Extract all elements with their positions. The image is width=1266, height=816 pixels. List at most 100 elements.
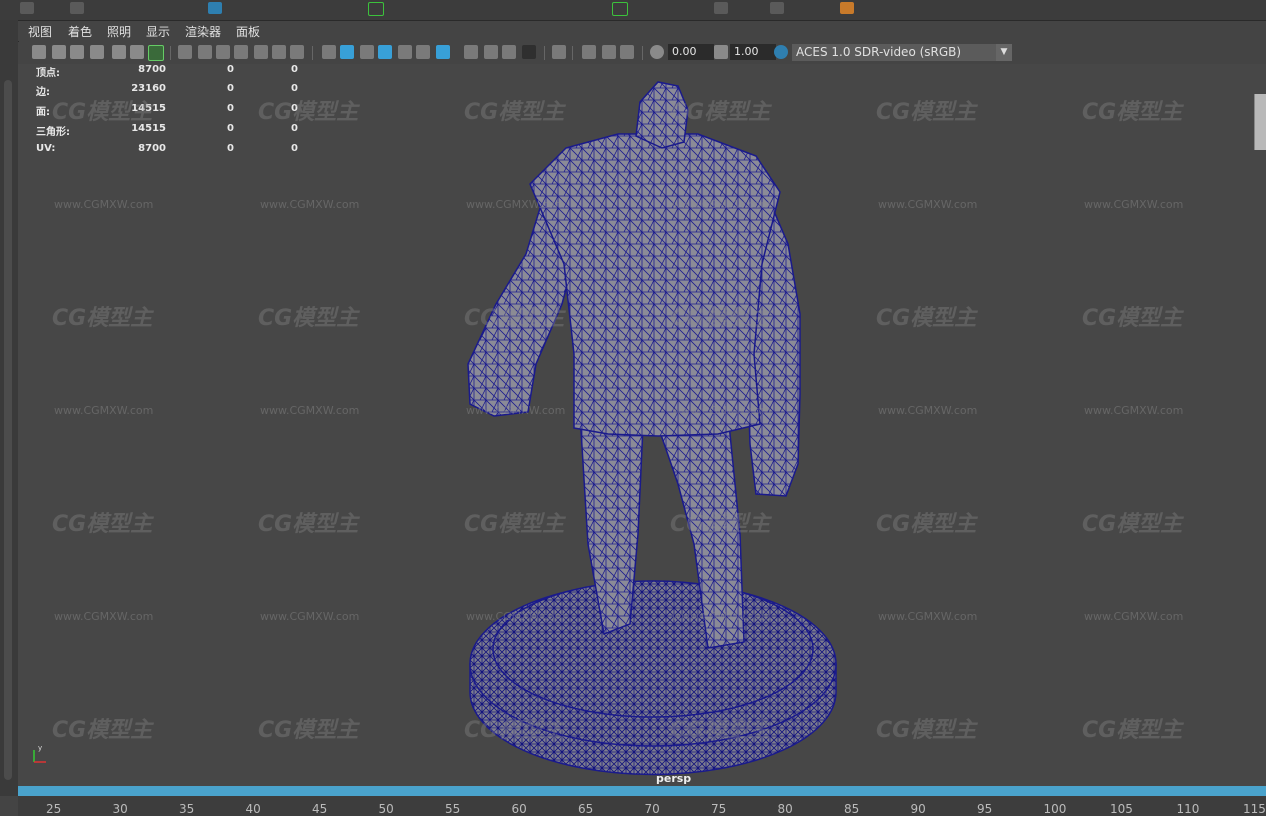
grease-pencil-icon[interactable]	[130, 45, 144, 59]
watermark-url: www.CGMXW.com	[878, 198, 978, 211]
watermark-logo: CG模型主	[258, 306, 359, 331]
menu-panels[interactable]: 面板	[236, 23, 260, 40]
screen-space-ao-icon[interactable]	[464, 45, 478, 59]
watermark-logo: CG模型主	[52, 100, 153, 125]
bookmark-icon[interactable]	[70, 45, 84, 59]
shadows-icon[interactable]	[436, 45, 450, 59]
menu-view[interactable]: 视图	[28, 23, 52, 40]
time-tick-label: 115	[1243, 802, 1266, 816]
wireframe-on-shaded-icon[interactable]	[378, 45, 392, 59]
toolbar-separator	[572, 46, 573, 60]
hud-total: 8700	[138, 143, 166, 154]
select-frame-icon[interactable]	[612, 2, 628, 16]
time-tick-label: 30	[112, 802, 128, 816]
xray-joints-icon[interactable]	[582, 45, 596, 59]
watermark-logo: CG模型主	[1082, 512, 1183, 537]
watermark-logo: CG模型主	[1082, 100, 1183, 125]
shelf-icon[interactable]	[770, 2, 784, 14]
backface-icon[interactable]	[620, 45, 634, 59]
hud-selected: 0	[227, 103, 234, 114]
time-range-bar[interactable]	[18, 786, 1266, 796]
hud-selected: 0	[227, 123, 234, 134]
panel-toolbar: ACES 1.0 SDR-video (sRGB) ▼	[18, 42, 1266, 65]
wireframe-icon[interactable]	[322, 45, 336, 59]
watermark-url: www.CGMXW.com	[466, 610, 566, 623]
shelf-icon[interactable]	[714, 2, 728, 14]
menu-show[interactable]: 显示	[146, 23, 170, 40]
viewport-canvas	[467, 81, 837, 776]
gamma-icon[interactable]	[714, 45, 728, 59]
top-shelf-strip	[0, 0, 1266, 21]
safe-title-icon[interactable]	[290, 45, 304, 59]
safe-action-icon[interactable]	[272, 45, 286, 59]
watermark-logo: CG模型主	[464, 512, 565, 537]
shelf-icon[interactable]	[70, 2, 84, 14]
gamma-field[interactable]	[730, 44, 776, 60]
watermark-url: www.CGMXW.com	[260, 198, 360, 211]
watermark-logo: CG模型主	[876, 306, 977, 331]
left-scrollbar[interactable]	[4, 80, 12, 780]
watermark-logo: CG模型主	[464, 718, 565, 743]
shelf-icon[interactable]	[20, 2, 34, 14]
watermark-logo: CG模型主	[670, 718, 771, 743]
exposure-field[interactable]	[668, 44, 714, 60]
shelf-icon[interactable]	[208, 2, 222, 14]
exposure-icon[interactable]	[650, 45, 664, 59]
color-management-icon[interactable]	[774, 45, 788, 59]
gate-mask-icon[interactable]	[234, 45, 248, 59]
hud-row-uvs: UV: 8700 0 0	[36, 143, 298, 157]
view-transform-select[interactable]: ACES 1.0 SDR-video (sRGB)	[792, 44, 1012, 61]
lights-icon[interactable]	[416, 45, 430, 59]
hud-extra: 0	[291, 143, 298, 154]
hud-label: UV:	[36, 143, 56, 154]
menu-renderer[interactable]: 渲染器	[185, 23, 221, 40]
isolate-select-icon[interactable]	[552, 45, 566, 59]
watermark-url: www.CGMXW.com	[672, 610, 772, 623]
time-tick-label: 110	[1176, 802, 1200, 816]
watermark-url: www.CGMXW.com	[1084, 198, 1184, 211]
watermark-url: www.CGMXW.com	[260, 610, 360, 623]
toolbar-separator	[312, 46, 313, 60]
default-material-icon[interactable]	[360, 45, 374, 59]
watermark-logo: CG模型主	[670, 306, 771, 331]
select-frame-icon[interactable]	[368, 2, 384, 16]
perspective-viewport[interactable]: 顶点: 8700 0 0 边: 23160 0 0 面: 14515 0 0 三…	[18, 64, 1266, 786]
menu-shading[interactable]: 着色	[68, 23, 92, 40]
camera-attr-icon[interactable]	[52, 45, 66, 59]
time-tick-label: 25	[46, 802, 62, 816]
time-tick-label: 55	[445, 802, 461, 816]
view-cube[interactable]	[1254, 94, 1266, 150]
camera-label: persp	[656, 772, 692, 785]
2d-pan-icon[interactable]	[112, 45, 126, 59]
smooth-shade-icon[interactable]	[340, 45, 354, 59]
shelf-icon[interactable]	[840, 2, 854, 14]
hud-row-vertices: 顶点: 8700 0 0	[36, 64, 298, 79]
field-chart-icon[interactable]	[254, 45, 268, 59]
time-tick-label: 75	[711, 802, 727, 816]
grid-icon[interactable]	[178, 45, 192, 59]
film-gate-icon[interactable]	[198, 45, 212, 59]
chevron-down-icon[interactable]: ▼	[996, 44, 1012, 61]
watermark-logo: CG模型主	[52, 718, 153, 743]
motion-blur-icon[interactable]	[484, 45, 498, 59]
toolbar-separator	[642, 46, 643, 60]
paint-icon[interactable]	[148, 45, 164, 61]
anti-aliasing-icon[interactable]	[502, 45, 516, 59]
watermark-logo: CG模型主	[258, 100, 359, 125]
watermark-logo: CG模型主	[52, 306, 153, 331]
time-tick-label: 95	[977, 802, 993, 816]
depth-of-field-icon[interactable]	[522, 45, 536, 59]
hud-total: 8700	[138, 64, 166, 75]
time-tick-label: 60	[511, 802, 527, 816]
xray-icon[interactable]	[398, 45, 412, 59]
image-plane-icon[interactable]	[90, 45, 104, 59]
resolution-gate-icon[interactable]	[216, 45, 230, 59]
watermark-url: www.CGMXW.com	[54, 404, 154, 417]
watermark-logo: CG模型主	[1082, 306, 1183, 331]
watermark-url: www.CGMXW.com	[878, 610, 978, 623]
watermark-url: www.CGMXW.com	[54, 198, 154, 211]
time-slider[interactable]: 25 30 35 40 45 50 55 60 65 70 75 80 85 90 95 100 105 110 1…	[18, 786, 1266, 816]
menu-lighting[interactable]: 照明	[107, 23, 131, 40]
camera-icon[interactable]	[32, 45, 46, 59]
xray-active-icon[interactable]	[602, 45, 616, 59]
